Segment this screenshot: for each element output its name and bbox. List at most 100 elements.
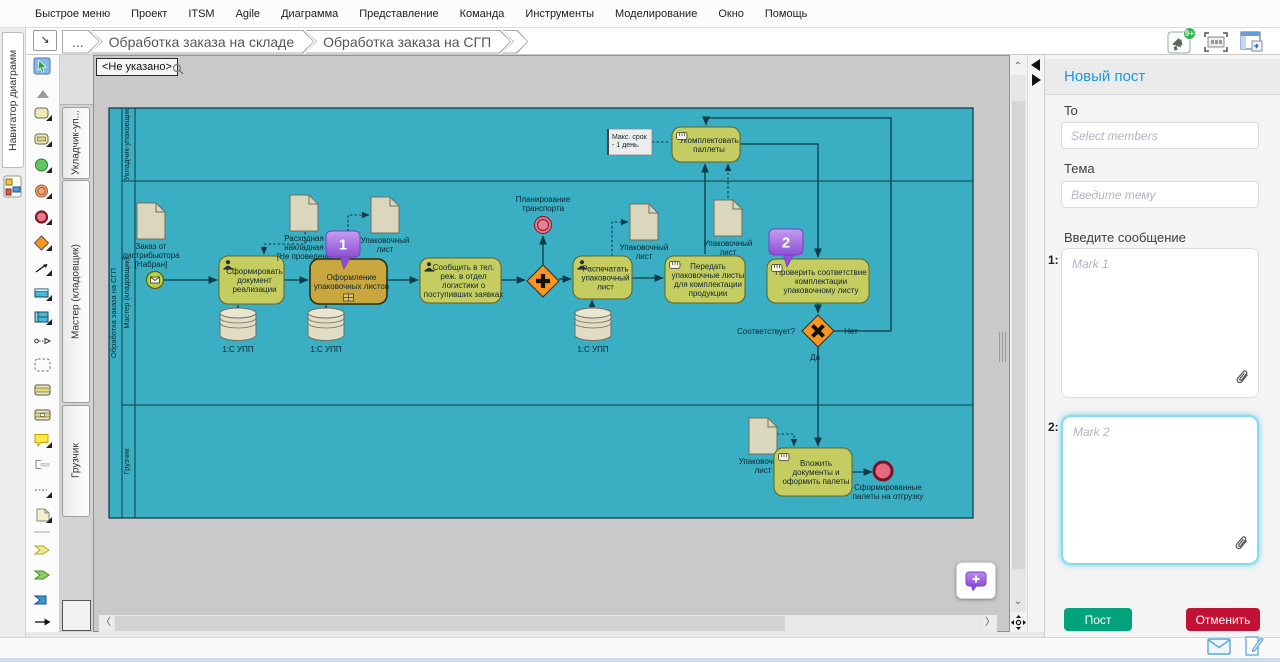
lane-label-2: Грузчик bbox=[122, 448, 131, 475]
scroll-right-button[interactable]: 〉 bbox=[983, 615, 997, 632]
message1-textarea[interactable] bbox=[1062, 249, 1258, 397]
menu-item-6[interactable]: Команда bbox=[460, 8, 505, 20]
lane-header-tab-1[interactable]: Мастер (кладовщик) bbox=[62, 180, 90, 403]
palette-scroll-up-icon[interactable] bbox=[33, 85, 53, 103]
bpmn-database[interactable]: 1:С УПП bbox=[575, 308, 611, 354]
attach-icon[interactable] bbox=[1235, 536, 1250, 557]
bpmn-database[interactable]: 1:С УПП bbox=[220, 308, 256, 354]
palette-start-event-icon[interactable] bbox=[33, 156, 53, 174]
bpmn-task[interactable]: Распечататьупаковочныйлист bbox=[573, 256, 632, 299]
mail-icon[interactable] bbox=[1207, 638, 1231, 660]
breadcrumb-item-2[interactable]: Обработка заказа на СГП bbox=[305, 30, 511, 54]
palette-text-annotation-icon[interactable] bbox=[33, 456, 53, 474]
palette-arrow-icon[interactable] bbox=[33, 613, 53, 631]
palette-tag-yellow-icon[interactable] bbox=[33, 541, 53, 559]
vertical-scrollbar[interactable]: ⌃ ⌄ bbox=[1010, 55, 1027, 632]
to-input[interactable] bbox=[1061, 122, 1259, 149]
palette-association-icon[interactable] bbox=[33, 481, 53, 499]
palette-intermediate-event-icon[interactable] bbox=[33, 182, 53, 200]
vscroll-thumb[interactable] bbox=[1012, 101, 1025, 569]
bpmn-task[interactable]: Оформлениеупаковочных листов bbox=[310, 259, 389, 304]
message1-wrapper bbox=[1061, 248, 1259, 398]
toolbar: ↘ ...Обработка заказа на складеОбработка… bbox=[26, 28, 1280, 55]
bpmn-task[interactable]: Сформироватьдокументреализации bbox=[219, 256, 284, 304]
window-layout-button[interactable] bbox=[1238, 30, 1266, 54]
event-label: Планированиетранспорта bbox=[516, 195, 571, 213]
lane-header-tab-0[interactable]: Укладчик-уп... bbox=[62, 107, 90, 179]
palette-tag-green-icon[interactable] bbox=[33, 566, 53, 584]
palette-lane-icon[interactable] bbox=[33, 284, 53, 302]
menu-item-1[interactable]: Проект bbox=[131, 8, 167, 20]
palette-note-icon[interactable] bbox=[33, 431, 53, 449]
pan-tool-icon[interactable] bbox=[1010, 614, 1027, 636]
bpmn-task[interactable]: Передатьупаковочные листыдля комплектаци… bbox=[665, 256, 745, 303]
scroll-up-button[interactable]: ⌃ bbox=[1012, 61, 1024, 73]
palette-pool-icon[interactable] bbox=[33, 308, 53, 326]
bpmn-start-event[interactable] bbox=[147, 272, 164, 289]
collapse-right-icon[interactable] bbox=[1032, 74, 1041, 86]
palette-task-icon[interactable] bbox=[33, 104, 53, 122]
post-button[interactable]: Пост bbox=[1064, 608, 1132, 631]
lane-header-tab-2[interactable]: Грузчик bbox=[62, 405, 90, 517]
palette-select-tool-icon[interactable] bbox=[33, 57, 53, 75]
bpmn-task[interactable]: Проверить соответствиекомплектацииупаков… bbox=[767, 259, 869, 303]
hscroll-track[interactable] bbox=[113, 615, 983, 632]
announcements-button[interactable]: 9+ bbox=[1166, 30, 1194, 54]
pan-select-button[interactable]: ↘ bbox=[33, 30, 57, 51]
splitter-grip[interactable] bbox=[998, 332, 1007, 362]
palette-gateway-icon[interactable] bbox=[33, 234, 53, 252]
tab-diagram-navigator[interactable]: Навигатор диаграмм bbox=[2, 32, 24, 168]
left-dock: Навигатор диаграмм bbox=[0, 28, 26, 662]
menu-item-5[interactable]: Представление bbox=[359, 8, 438, 20]
bpmn-task[interactable]: Вложитьдокументы иоформить палеты bbox=[774, 448, 852, 496]
panel-collapse-control[interactable] bbox=[1027, 55, 1044, 632]
palette-subprocess-icon[interactable] bbox=[33, 381, 53, 399]
palette-document-icon[interactable] bbox=[33, 506, 53, 524]
callout-number: 1 bbox=[339, 237, 347, 254]
horizontal-scrollbar[interactable]: 〈 〉 bbox=[99, 615, 997, 632]
attach-icon[interactable] bbox=[1236, 370, 1251, 391]
subject-input[interactable] bbox=[1061, 181, 1259, 208]
breadcrumb: ...Обработка заказа на складеОбработка з… bbox=[62, 29, 528, 54]
bpmn-task[interactable]: Укомплектоватьпаллеты bbox=[672, 127, 740, 162]
status-bar bbox=[0, 637, 1280, 658]
scroll-down-button[interactable]: ⌄ bbox=[1012, 596, 1024, 608]
subject-label: Тема bbox=[1064, 161, 1095, 176]
palette-link-event-icon[interactable] bbox=[33, 332, 53, 350]
window-icon bbox=[1240, 31, 1264, 53]
frame-select-button[interactable] bbox=[1202, 30, 1230, 54]
toolbar-right-icons: 9+ bbox=[1166, 29, 1266, 54]
diagram-tab[interactable]: <Не указано> bbox=[96, 58, 178, 76]
menu-item-2[interactable]: ITSM bbox=[188, 8, 214, 20]
scroll-left-button[interactable]: 〈 bbox=[99, 615, 113, 632]
palette-group-icon[interactable] bbox=[33, 356, 53, 374]
palette-end-event-icon[interactable] bbox=[33, 208, 53, 226]
breadcrumb-tail bbox=[502, 30, 528, 54]
pool-label: Обработка заказа на СГП bbox=[109, 268, 118, 358]
menu-item-10[interactable]: Помощь bbox=[765, 8, 808, 20]
add-comment-button[interactable] bbox=[956, 562, 996, 599]
zoom-icon[interactable] bbox=[172, 62, 184, 80]
hscroll-thumb[interactable] bbox=[115, 616, 785, 631]
diagram-tab-label: <Не указано> bbox=[102, 61, 172, 73]
menu-item-0[interactable]: Быстрое меню bbox=[35, 8, 110, 20]
breadcrumb-item-1[interactable]: Обработка заказа на складе bbox=[91, 30, 314, 54]
message2-textarea[interactable] bbox=[1063, 417, 1257, 563]
menu-item-7[interactable]: Инструменты bbox=[525, 8, 594, 20]
bpmn-text-annotation[interactable]: Макс. срок- 1 день. bbox=[608, 129, 652, 155]
bpmn-database[interactable]: 1:С УПП bbox=[308, 308, 344, 354]
menu-item-4[interactable]: Диаграмма bbox=[281, 8, 338, 20]
diagram-navigator-icon[interactable] bbox=[2, 174, 24, 205]
palette-sequence-flow-icon[interactable] bbox=[33, 259, 53, 277]
menu-item-3[interactable]: Agile bbox=[236, 8, 260, 20]
menu-item-9[interactable]: Окно bbox=[718, 8, 744, 20]
palette-tag-blue-icon[interactable] bbox=[33, 591, 53, 609]
vscroll-track[interactable] bbox=[1011, 75, 1026, 612]
collapse-left-icon[interactable] bbox=[1031, 59, 1040, 71]
palette-subprocess-variant-icon[interactable] bbox=[33, 406, 53, 424]
diagram-canvas[interactable]: Обработка заказа на СГПУкладчик-упаковщи… bbox=[93, 55, 1010, 632]
cancel-button[interactable]: Отменить bbox=[1186, 608, 1260, 631]
bpmn-task[interactable]: Сообщить в тел.реж. в отделлогистики опо… bbox=[420, 258, 503, 303]
menu-item-8[interactable]: Моделирование bbox=[615, 8, 697, 20]
palette-task-variant-icon[interactable] bbox=[33, 130, 53, 148]
